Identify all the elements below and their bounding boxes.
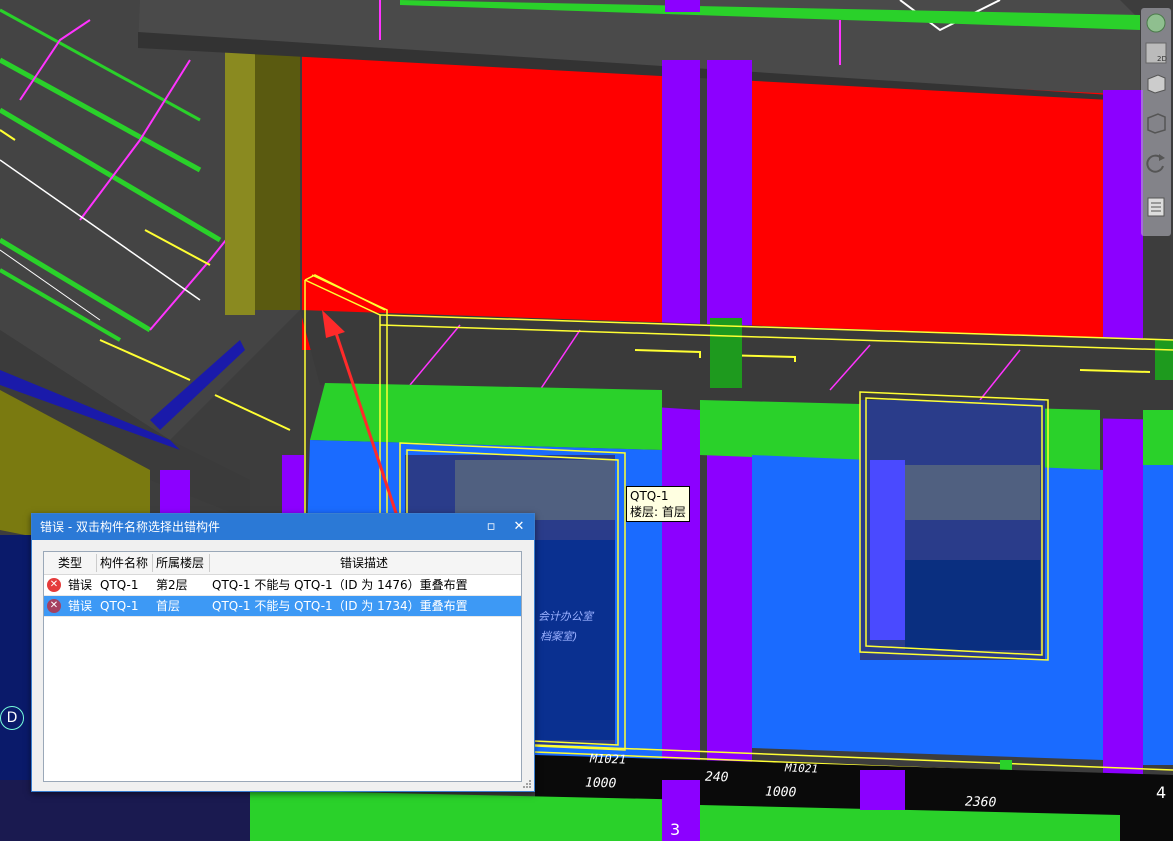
properties-icon[interactable] [1145, 196, 1167, 218]
room-label: 档案室) [540, 630, 578, 643]
error-icon: ✕ [47, 578, 61, 592]
cube-view-icon[interactable] [1145, 112, 1167, 134]
row-name[interactable]: QTQ-1 [100, 596, 139, 616]
dim-label: 1000 [584, 775, 617, 792]
error-dialog: 错误 - 双击构件名称选择出错构件 ▫ ✕ 类型 构件名称 所属楼层 错误描述 … [31, 513, 535, 792]
column-header-type[interactable]: 类型 [58, 552, 82, 574]
column-header-name[interactable]: 构件名称 [100, 552, 148, 574]
globe-icon[interactable] [1145, 12, 1167, 34]
row-name[interactable]: QTQ-1 [100, 575, 139, 595]
row-floor: 首层 [156, 599, 181, 613]
row-floor: 第2层 [156, 578, 188, 592]
error-list[interactable]: 类型 构件名称 所属楼层 错误描述 ✕ 错误 QTQ-1 第2层 QTQ-1 不… [43, 551, 522, 782]
axis-label-d: D [0, 706, 24, 730]
dialog-title: 错误 - 双击构件名称选择出错构件 [40, 520, 220, 534]
svg-text:2D: 2D [1157, 55, 1167, 63]
row-type: 错误 [68, 578, 93, 592]
dim-label: 2360 [964, 794, 997, 811]
view-toolbar: 2D [1141, 8, 1171, 236]
error-row[interactable]: ✕ 错误 QTQ-1 首层 QTQ-1 不能与 QTQ-1（ID 为 1734）… [44, 596, 521, 617]
dim-label: 240 [704, 769, 729, 786]
tooltip-floor: 楼层: 首层 [630, 505, 686, 519]
column-header-desc[interactable]: 错误描述 [340, 552, 388, 574]
dim-label: M1021 [589, 751, 627, 767]
maximize-icon[interactable]: ▫ [478, 514, 504, 540]
close-icon[interactable]: ✕ [506, 514, 532, 540]
axis-label-4: 4 [1156, 783, 1167, 802]
column-header-floor[interactable]: 所属楼层 [156, 552, 204, 574]
error-icon: ✕ [47, 599, 61, 613]
component-tooltip: QTQ-1 楼层: 首层 [626, 486, 690, 522]
dim-label: M1021 [784, 761, 819, 776]
error-list-header: 类型 构件名称 所属楼层 错误描述 [44, 552, 521, 575]
dim-label: 1000 [764, 784, 797, 801]
row-desc: QTQ-1 不能与 QTQ-1（ID 为 1734）重叠布置 [212, 599, 468, 613]
row-desc: QTQ-1 不能与 QTQ-1（ID 为 1476）重叠布置 [212, 578, 468, 592]
axis-label-3: 3 [670, 820, 681, 839]
row-type: 错误 [68, 599, 93, 613]
3d-view-icon[interactable] [1145, 72, 1167, 94]
2d-view-button[interactable]: 2D [1145, 42, 1167, 64]
room-label: 会计办公室 [538, 610, 593, 623]
tooltip-name: QTQ-1 [630, 489, 669, 503]
rotate-icon[interactable] [1145, 152, 1167, 174]
error-row[interactable]: ✕ 错误 QTQ-1 第2层 QTQ-1 不能与 QTQ-1（ID 为 1476… [44, 575, 521, 596]
dialog-titlebar[interactable]: 错误 - 双击构件名称选择出错构件 ▫ ✕ [32, 514, 534, 540]
resize-grip-icon[interactable] [522, 779, 532, 789]
